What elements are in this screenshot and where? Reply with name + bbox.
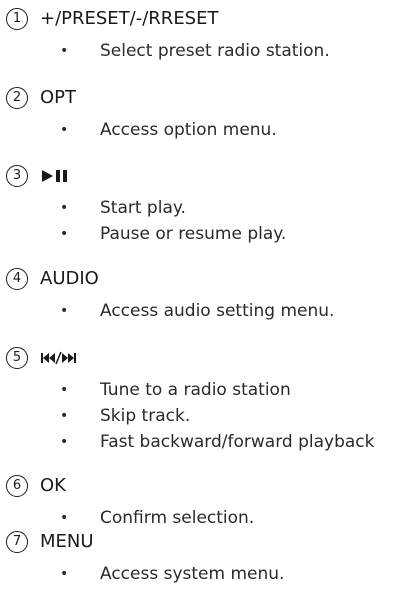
list-item: • Tune to a radio station: [0, 377, 416, 403]
list-item: • Confirm selection.: [0, 505, 416, 531]
item-number: 1: [6, 8, 28, 30]
item-4: 4 AUDIO • Access audio setting menu.: [0, 268, 416, 324]
key-label: MENU: [40, 531, 94, 552]
item-5: 5 • Tune to a radio station • Skip track. …: [0, 347, 416, 455]
list-item: • Skip track.: [0, 403, 416, 429]
list-item: • Select preset radio station.: [0, 38, 416, 64]
play-pause-icon: [40, 165, 74, 187]
key-label: +/PRESET/-/RRESET: [40, 8, 219, 29]
list-item: • Fast backward/forward playback: [0, 429, 416, 455]
list-item: • Start play.: [0, 195, 416, 221]
item-number: 2: [6, 87, 28, 109]
item-3: 3 • Start play. • Pause or resume play.: [0, 165, 416, 247]
key-label: OPT: [40, 87, 77, 108]
item-1: 1 +/PRESET/-/RRESET • Select preset radio…: [0, 8, 416, 64]
previous-next-icon: [40, 347, 80, 369]
item-6: 6 OK • Confirm selection.: [0, 475, 416, 531]
item-7: 7 MENU • Access system menu.: [0, 531, 416, 587]
bullet: •: [60, 566, 69, 582]
bullet: •: [60, 122, 69, 138]
list-item: • Access option menu.: [0, 117, 416, 143]
item-number: 3: [6, 165, 28, 187]
bullet: •: [60, 408, 69, 424]
item-number: 7: [6, 531, 28, 553]
bullet: •: [60, 434, 69, 450]
bullet: •: [60, 226, 69, 242]
key-label: OK: [40, 475, 66, 496]
bullet: •: [60, 43, 69, 59]
item-number: 5: [6, 347, 28, 369]
bullet: •: [60, 510, 69, 526]
item-number: 6: [6, 475, 28, 497]
key-label: AUDIO: [40, 268, 99, 289]
bullet: •: [60, 382, 69, 398]
list-item: • Access audio setting menu.: [0, 298, 416, 324]
list-item: • Access system menu.: [0, 561, 416, 587]
page: { "items": [ { "number": "1", "key": "+/…: [0, 0, 416, 593]
bullet: •: [60, 200, 69, 216]
item-number: 4: [6, 268, 28, 290]
list-item: • Pause or resume play.: [0, 221, 416, 247]
item-2: 2 OPT • Access option menu.: [0, 87, 416, 143]
bullet: •: [60, 303, 69, 319]
